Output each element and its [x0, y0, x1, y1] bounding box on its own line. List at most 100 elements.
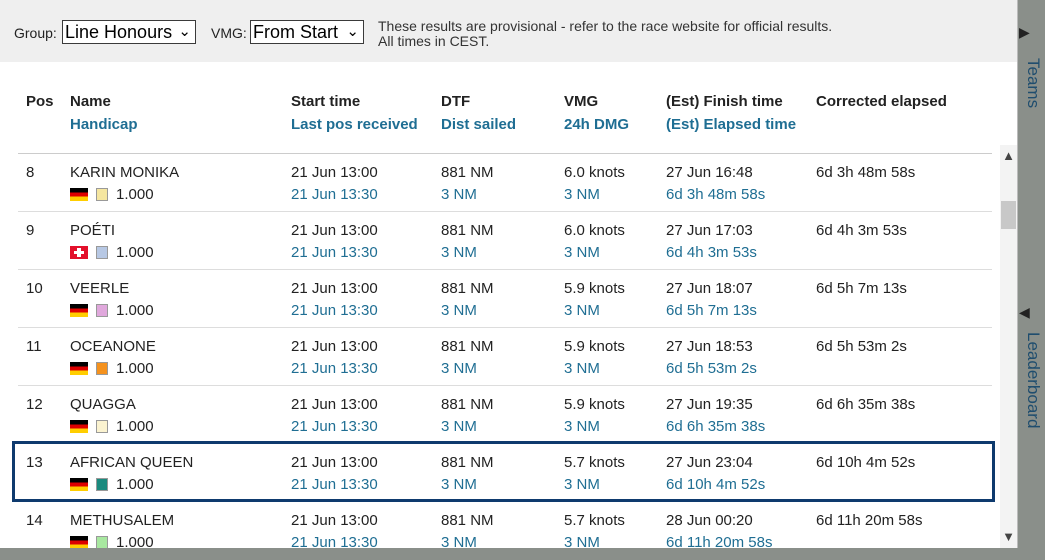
boat-color-swatch — [96, 362, 108, 375]
corrected-elapsed: 6d 5h 53m 2s — [816, 338, 907, 355]
column-header: (Est) Finish time (Est) Elapsed time — [666, 93, 796, 133]
vmg-select[interactable]: From Start ⌄ — [250, 20, 364, 44]
start-time: 21 Jun 13:00 — [291, 280, 378, 297]
dmg-value: 3 NM — [564, 186, 600, 203]
position-cell: 14 — [26, 512, 43, 529]
start-time: 21 Jun 13:00 — [291, 512, 378, 529]
handicap-value: 1.000 — [116, 418, 154, 435]
table-row[interactable]: 11 OCEANONE 1.000 21 Jun 13:00 21 Jun 13:30 8… — [18, 328, 992, 386]
start-time: 21 Jun 13:00 — [291, 338, 378, 355]
column-header-label: Name — [70, 93, 111, 110]
flag-icon — [70, 188, 88, 201]
corrected-elapsed: 6d 11h 20m 58s — [816, 512, 923, 529]
handicap-value: 1.000 — [116, 534, 154, 548]
boat-color-swatch — [96, 246, 108, 259]
finish-time: 27 Jun 18:53 — [666, 338, 753, 355]
vmg-select-value: From Start — [253, 22, 339, 42]
start-time: 21 Jun 13:00 — [291, 164, 378, 181]
boat-color-swatch — [96, 536, 108, 548]
column-header: Name Handicap — [70, 93, 138, 133]
tab-leaderboard[interactable]: ◀ Leaderboard — [1017, 300, 1045, 450]
elapsed-time: 6d 5h 53m 2s — [666, 360, 757, 377]
scroll-up-icon[interactable]: ▲ — [1000, 147, 1017, 165]
dist-sailed: 3 NM — [441, 360, 477, 377]
vmg-value: 5.9 knots — [564, 280, 625, 297]
vmg-value: 5.7 knots — [564, 512, 625, 529]
table-row[interactable]: 12 QUAGGA 1.000 21 Jun 13:00 21 Jun 13:30 881… — [18, 386, 992, 444]
dtf-value: 881 NM — [441, 280, 494, 297]
flag-icon — [70, 536, 88, 548]
dist-sailed: 3 NM — [441, 302, 477, 319]
last-pos-received: 21 Jun 13:30 — [291, 244, 378, 261]
last-pos-received: 21 Jun 13:30 — [291, 186, 378, 203]
triangle-right-icon: ▶ — [1019, 24, 1030, 40]
boat-name: KARIN MONIKA — [70, 164, 180, 181]
group-select[interactable]: Line Honours ⌄ — [62, 20, 196, 44]
boat-name: QUAGGA — [70, 396, 136, 413]
column-header: DTF Dist sailed — [441, 93, 516, 133]
column-header-sublabel: 24h DMG — [564, 116, 630, 133]
column-header: VMG 24h DMG — [564, 93, 629, 133]
scrollbar[interactable]: ▲ ▼ — [1000, 145, 1017, 548]
group-label: Group: — [14, 25, 57, 41]
table-row[interactable]: 9 POÉTI 1.000 21 Jun 13:00 21 Jun 13:30 881 N… — [18, 212, 992, 270]
dtf-value: 881 NM — [441, 164, 494, 181]
tab-teams[interactable]: ▶ Teams — [1017, 20, 1045, 120]
boat-color-swatch — [96, 304, 108, 317]
dmg-value: 3 NM — [564, 244, 600, 261]
boat-color-swatch — [96, 188, 108, 201]
handicap-value: 1.000 — [116, 302, 154, 319]
start-time: 21 Jun 13:00 — [291, 222, 378, 239]
finish-time: 27 Jun 16:48 — [666, 164, 753, 181]
dmg-value: 3 NM — [564, 418, 600, 435]
column-header: Pos — [26, 93, 54, 116]
last-pos-received: 21 Jun 13:30 — [291, 418, 378, 435]
boat-color-swatch — [96, 420, 108, 433]
selected-row-highlight — [12, 441, 995, 502]
column-header-label: (Est) Finish time — [666, 93, 783, 110]
elapsed-time: 6d 4h 3m 53s — [666, 244, 757, 261]
table-row[interactable]: 10 VEERLE 1.000 21 Jun 13:00 21 Jun 13:30 881… — [18, 270, 992, 328]
dmg-value: 3 NM — [564, 360, 600, 377]
triangle-left-icon: ◀ — [1019, 304, 1030, 320]
dist-sailed: 3 NM — [441, 534, 477, 548]
chevron-down-icon: ⌄ — [178, 23, 191, 40]
scroll-down-icon[interactable]: ▼ — [1000, 528, 1017, 546]
table-row[interactable]: 8 KARIN MONIKA 1.000 21 Jun 13:00 21 Jun 13:… — [18, 154, 992, 212]
position-cell: 12 — [26, 396, 43, 413]
scroll-thumb[interactable] — [1001, 201, 1016, 229]
boat-name: POÉTI — [70, 222, 116, 239]
last-pos-received: 21 Jun 13:30 — [291, 302, 378, 319]
column-header: Corrected elapsed — [816, 93, 947, 116]
column-header-sublabel: (Est) Elapsed time — [666, 116, 797, 133]
vmg-value: 5.9 knots — [564, 396, 625, 413]
elapsed-time: 6d 11h 20m 58s — [666, 534, 773, 548]
vmg-value: 5.9 knots — [564, 338, 625, 355]
elapsed-time: 6d 6h 35m 38s — [666, 418, 766, 435]
flag-icon — [70, 304, 88, 317]
boat-name: METHUSALEM — [70, 512, 175, 529]
column-header-sublabel: Dist sailed — [441, 116, 517, 133]
group-select-value: Line Honours — [65, 22, 173, 42]
elapsed-time: 6d 3h 48m 58s — [666, 186, 766, 203]
finish-time: 28 Jun 00:20 — [666, 512, 753, 529]
finish-time: 27 Jun 19:35 — [666, 396, 753, 413]
flag-icon — [70, 420, 88, 433]
handicap-value: 1.000 — [116, 360, 154, 377]
dtf-value: 881 NM — [441, 222, 494, 239]
dist-sailed: 3 NM — [441, 186, 477, 203]
table-row[interactable]: 14 METHUSALEM 1.000 21 Jun 13:00 21 Jun 13:3… — [18, 502, 992, 548]
position-cell: 9 — [26, 222, 35, 239]
flag-icon — [70, 246, 88, 259]
corrected-elapsed: 6d 6h 35m 38s — [816, 396, 916, 413]
corrected-elapsed: 6d 3h 48m 58s — [816, 164, 916, 181]
column-header-label: Corrected elapsed — [816, 93, 947, 110]
last-pos-received: 21 Jun 13:30 — [291, 360, 378, 377]
vmg-value: 6.0 knots — [564, 222, 625, 239]
corrected-elapsed: 6d 5h 7m 13s — [816, 280, 907, 297]
column-header-sublabel: Handicap — [70, 116, 138, 133]
chevron-down-icon: ⌄ — [346, 23, 359, 40]
dist-sailed: 3 NM — [441, 244, 477, 261]
handicap-value: 1.000 — [116, 244, 154, 261]
start-time: 21 Jun 13:00 — [291, 396, 378, 413]
